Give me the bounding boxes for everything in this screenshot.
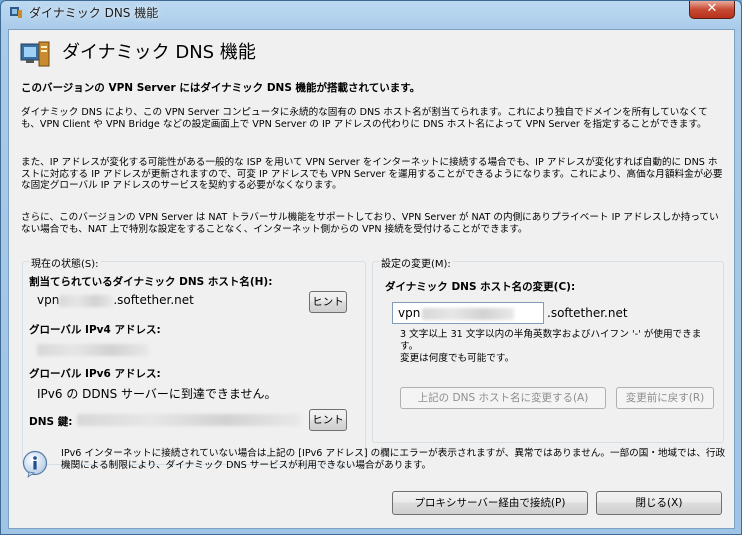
change-anytime-hint: 変更は何度でも可能です。 [400,353,515,364]
intro-paragraph-2: また、IP アドレスが変化する可能性がある一般的な ISP を用いて VPN S… [21,157,723,191]
dialog-window: ダイナミック DNS 機能 ✕ ダイナミック DNS 機能 このバージョンの V… [0,0,742,535]
current-status-label: 現在の状態(S): [29,255,101,270]
hostname-label: 割当てられているダイナミック DNS ホスト名(H): [29,276,273,288]
intro-paragraph-1: ダイナミック DNS により、この VPN Server コンピュータに永続的な… [21,107,708,130]
ipv4-label: グローバル IPv4 アドレス: [29,324,161,336]
redacted-ipv4 [37,343,149,356]
title-bar[interactable]: ダイナミック DNS 機能 ✕ [1,1,741,23]
intro-paragraph-3: さらに、このバージョンの VPN Server は NAT トラバーサル機能をサ… [21,212,719,235]
ipv6-value: IPv6 の DDNS サーバーに到達できません。 [37,387,277,401]
redacted-dns-key [77,413,301,426]
apply-hostname-button[interactable]: 上記の DNS ホスト名に変更する(A) [400,387,606,409]
current-status-group: 現在の状態(S): 割当てられているダイナミック DNS ホスト名(H): vp… [22,255,366,465]
dns-key-label: DNS 鍵: [29,416,73,428]
page-title: ダイナミック DNS 機能 [62,42,256,63]
change-settings-group: 設定の変更(M): ダイナミック DNS ホスト名の変更(C): vpn .so… [372,255,724,443]
change-hostname-label: ダイナミック DNS ホスト名の変更(C): [385,281,576,293]
app-icon [10,7,22,18]
window-close-button[interactable]: ✕ [689,1,735,19]
hostname-hint-button[interactable]: ヒント [309,291,347,313]
window-title: ダイナミック DNS 機能 [29,6,159,20]
revert-button[interactable]: 変更前に戻す(R) [616,387,714,409]
hostname-value: vpn .softether.net [37,293,194,307]
ipv6-label: グローバル IPv6 アドレス: [29,368,161,380]
hostname-prefix: vpn [37,293,60,307]
info-icon [22,450,48,478]
ipv6-info-note: IPv6 インターネットに接続されていない場合は上記の [IPv6 アドレス] … [61,448,726,471]
dialog-client-area: ダイナミック DNS 機能 このバージョンの VPN Server にはダイナミ… [8,29,735,529]
dns-key-hint-button[interactable]: ヒント [309,409,347,431]
hostname-input-value: vpn [398,306,421,320]
close-button[interactable]: 閉じる(X) [596,491,722,515]
proxy-connect-button[interactable]: プロキシサーバー経由で接続(P) [392,491,588,515]
dns-key-value [77,412,301,426]
change-settings-label: 設定の変更(M): [379,255,453,270]
server-icon [20,41,50,67]
hostname-rule-hint: 3 文字以上 31 文字以内の半角英数字およびハイフン '-' が使用できます。 [400,329,702,352]
redacted-hostname [59,294,114,307]
intro-lead: このバージョンの VPN Server にはダイナミック DNS 機能が搭載され… [21,82,421,94]
hostname-suffix: .softether.net [113,293,194,307]
hostname-input-suffix: .softether.net [547,306,628,320]
ipv4-value [37,342,149,356]
hostname-input[interactable]: vpn [392,302,544,324]
redacted-input-text [422,307,515,320]
